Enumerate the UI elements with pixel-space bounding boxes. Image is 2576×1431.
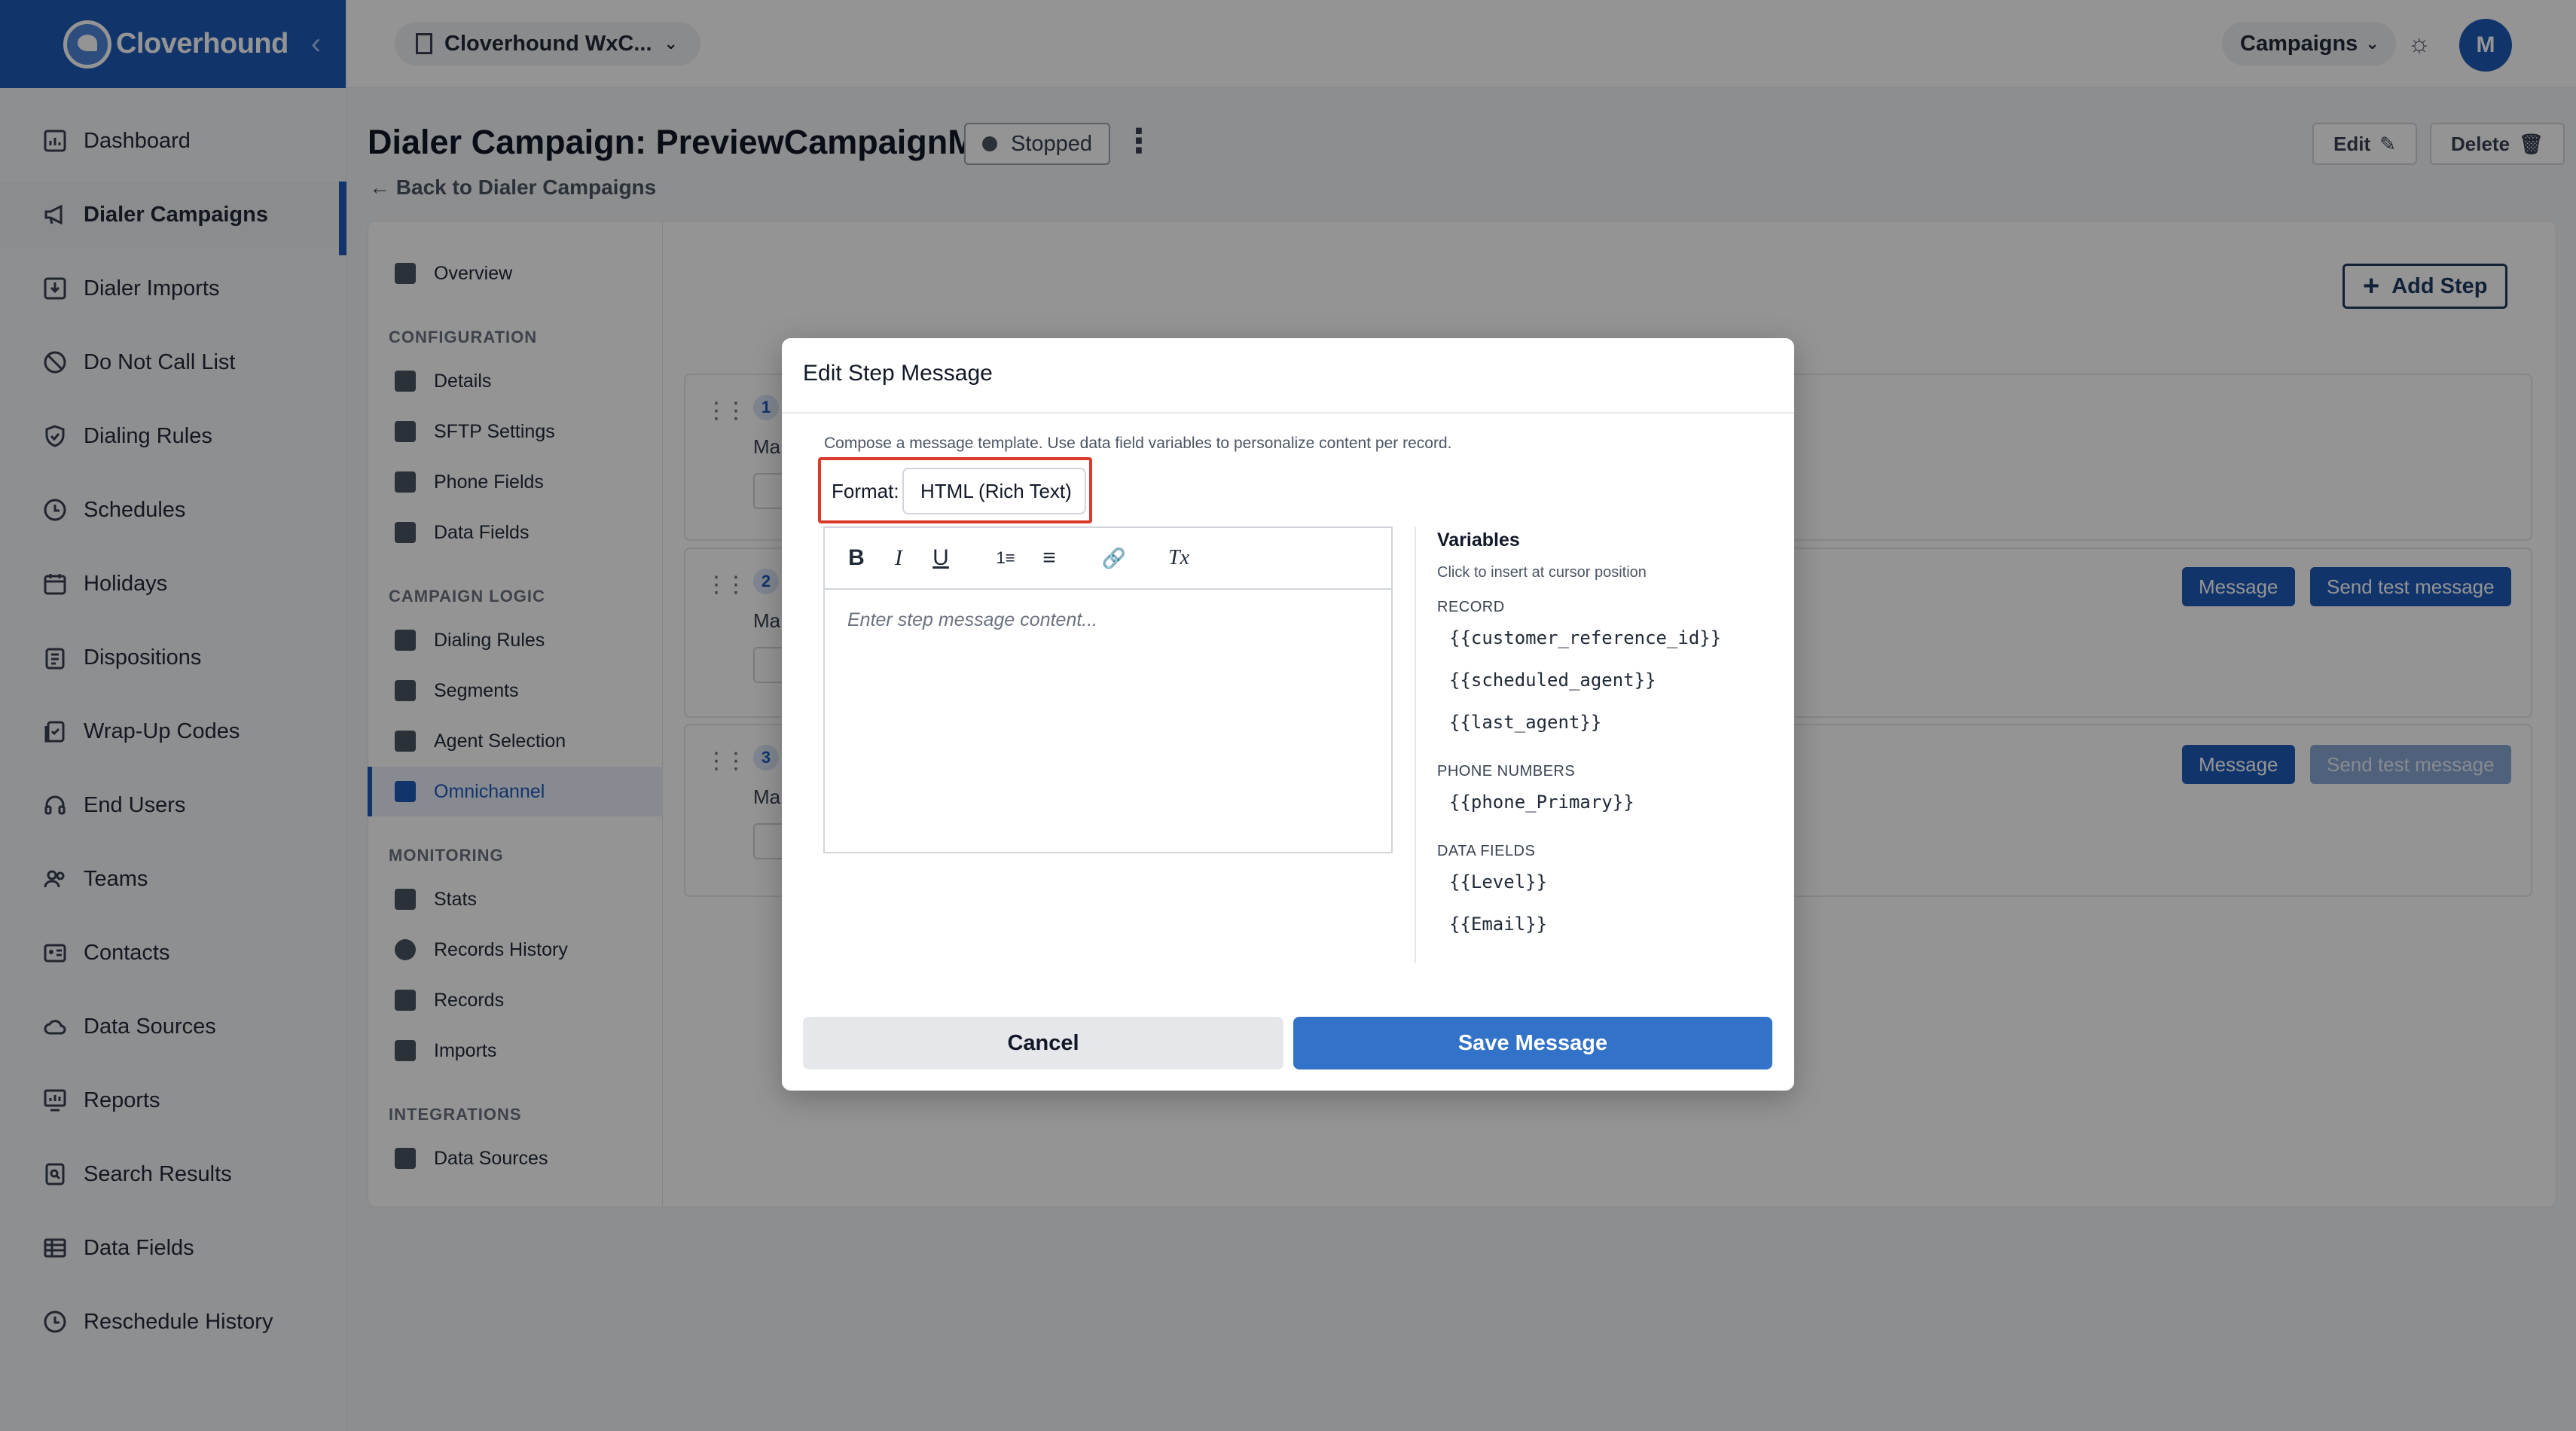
save-message-button[interactable]: Save Message [1293, 1017, 1772, 1069]
edit-step-message-dialog: Edit Step Message Compose a message temp… [782, 338, 1794, 1091]
variables-group-data-fields: DATA FIELDS [1437, 843, 1536, 859]
divider [782, 412, 1794, 413]
bold-icon[interactable]: B [840, 542, 873, 575]
italic-icon[interactable]: I [882, 542, 915, 575]
variable-chip[interactable]: {{phone_Primary}} [1449, 792, 1634, 813]
editor-toolbar: B I U 1≡ ≡ 🔗 Tx [825, 528, 1391, 590]
variable-chip[interactable]: {{Level}} [1449, 871, 1547, 892]
bullet-list-icon[interactable]: ≡ [1033, 542, 1066, 575]
variables-subtitle: Click to insert at cursor position [1437, 564, 1647, 581]
variables-group-phone-numbers: PHONE NUMBERS [1437, 763, 1576, 780]
clear-formatting-icon[interactable]: Tx [1162, 542, 1195, 575]
variable-chip[interactable]: {{Email}} [1449, 914, 1547, 935]
variables-panel: Variables Click to insert at cursor posi… [1415, 526, 1761, 963]
editor-content[interactable]: Enter step message content... [847, 609, 1097, 631]
variable-chip[interactable]: {{scheduled_agent}} [1449, 670, 1656, 691]
variable-chip[interactable]: {{last_agent}} [1449, 712, 1601, 733]
variable-chip[interactable]: {{customer_reference_id}} [1449, 627, 1721, 648]
cancel-button[interactable]: Cancel [803, 1017, 1283, 1069]
variables-title: Variables [1437, 529, 1520, 551]
ordered-list-icon[interactable]: 1≡ [989, 542, 1022, 575]
variables-group-record: RECORD [1437, 599, 1505, 615]
underline-icon[interactable]: U [924, 542, 957, 575]
format-highlight: Format: HTML (Rich Text) [818, 457, 1092, 523]
link-icon[interactable]: 🔗 [1097, 542, 1131, 575]
rich-text-editor: B I U 1≡ ≡ 🔗 Tx Enter step message conte… [823, 526, 1393, 853]
dialog-title: Edit Step Message [803, 361, 993, 386]
format-label: Format: [832, 480, 899, 502]
format-select[interactable]: HTML (Rich Text) [902, 468, 1086, 514]
dialog-description: Compose a message template. Use data fie… [824, 435, 1452, 452]
